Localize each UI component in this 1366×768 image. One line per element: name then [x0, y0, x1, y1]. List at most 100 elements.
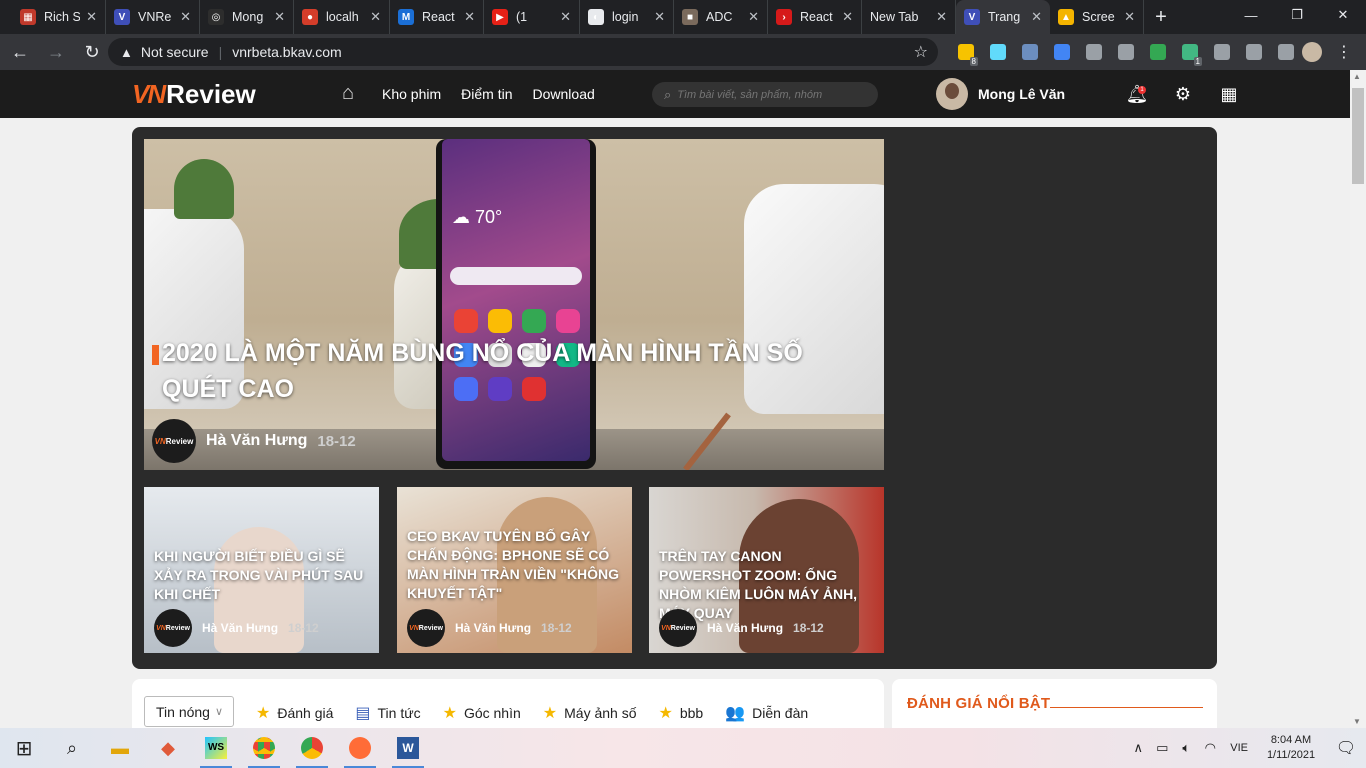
tools-ext-icon[interactable]: [1014, 40, 1046, 64]
speaker-icon[interactable]: 🔈︎: [1174, 740, 1198, 756]
category-select[interactable]: Tin nóng ∨: [144, 696, 234, 727]
author-name[interactable]: Hà Văn Hưng: [707, 621, 783, 635]
search-icon[interactable]: ⌕: [48, 728, 96, 768]
back-button[interactable]: ←: [4, 36, 36, 68]
main-article-image[interactable]: ☁ 70° 2020 LÀ MỘT NĂM BÙNG NỔ CỦA MÀN HÌ…: [144, 139, 884, 470]
site-search[interactable]: ⌕: [652, 82, 878, 107]
reading-list-ext-icon[interactable]: [1270, 40, 1302, 64]
tab-close-icon[interactable]: ✕: [180, 9, 191, 25]
record-ext-icon[interactable]: [1110, 40, 1142, 64]
nav-kho-phim[interactable]: Kho phim: [382, 86, 441, 102]
battery-icon[interactable]: ▭: [1150, 740, 1174, 756]
tab-close-icon[interactable]: ✕: [1124, 9, 1135, 25]
word-icon[interactable]: W: [384, 728, 432, 768]
avatar[interactable]: [936, 78, 968, 110]
nav-download[interactable]: Download: [533, 86, 595, 102]
scroll-up-icon[interactable]: ▲: [1353, 72, 1361, 81]
forward-button[interactable]: →: [40, 36, 72, 68]
card-title[interactable]: KHI NGƯỜI BIẾT ĐIỀU GÌ SẼ XẢY RA TRONG V…: [154, 547, 372, 604]
browser-tab[interactable]: ■ ADC ✕: [674, 0, 768, 34]
tab-close-icon[interactable]: ✕: [370, 9, 381, 25]
shield-ext-icon[interactable]: [1206, 40, 1238, 64]
chrome-icon[interactable]: [240, 728, 288, 768]
app-diamond-icon[interactable]: ◆: [144, 728, 192, 768]
category-tab[interactable]: 👥 Diễn đàn: [725, 703, 808, 723]
author-name[interactable]: Hà Văn Hưng: [455, 621, 531, 635]
tab-close-icon[interactable]: ✕: [936, 9, 947, 25]
bell-icon[interactable]: 🔔︎ 1: [1114, 82, 1160, 106]
chevron-up-icon[interactable]: ∧: [1126, 740, 1150, 756]
new-tab-button[interactable]: +: [1144, 0, 1178, 34]
author-name[interactable]: Hà Văn Hưng: [206, 432, 307, 450]
browser-tab[interactable]: V Trang ✕: [956, 0, 1050, 34]
vue-devtools-ext-icon[interactable]: 1: [1174, 40, 1206, 66]
puzzle-ext-icon[interactable]: [1238, 40, 1270, 64]
main-article-title[interactable]: 2020 LÀ MỘT NĂM BÙNG NỔ CỦA MÀN HÌNH TẦN…: [162, 335, 862, 407]
react-devtools-ext-icon[interactable]: [982, 40, 1014, 64]
sticky-notes-ext-icon[interactable]: 8: [950, 40, 982, 66]
address-bar[interactable]: ▲ Not secure | vnrbeta.bkav.com ☆: [108, 38, 938, 66]
article-card-2[interactable]: CEO BKAV TUYÊN BỐ GÂY CHẤN ĐỘNG: BPHONE …: [397, 487, 632, 653]
author-name[interactable]: Hà Văn Hưng: [202, 621, 278, 635]
chrome-profile-icon[interactable]: [288, 728, 336, 768]
reload-button[interactable]: ↻: [76, 36, 108, 68]
scrollbar-thumb[interactable]: [1352, 88, 1364, 184]
windows-start-icon[interactable]: ⊞: [0, 728, 48, 768]
card-title[interactable]: CEO BKAV TUYÊN BỐ GÂY CHẤN ĐỘNG: BPHONE …: [407, 527, 625, 603]
minimize-button[interactable]: —: [1228, 0, 1274, 30]
browser-tab[interactable]: V VNRe ✕: [106, 0, 200, 34]
author-logo[interactable]: VN Review: [407, 609, 445, 647]
browser-tab[interactable]: ◐ login ✕: [580, 0, 674, 34]
bookmark-star-icon[interactable]: ☆: [914, 42, 928, 62]
browser-tab[interactable]: ▲ Scree ✕: [1050, 0, 1144, 34]
browser-tab[interactable]: New Tab ✕: [862, 0, 956, 34]
webstorm-icon[interactable]: WS: [192, 728, 240, 768]
tab-close-icon[interactable]: ✕: [86, 9, 97, 25]
browser-tab[interactable]: ◎ Mong ✕: [200, 0, 294, 34]
file-explorer-icon[interactable]: ▬: [96, 728, 144, 768]
postman-icon[interactable]: [336, 728, 384, 768]
user-menu[interactable]: Mong Lê Văn: [936, 78, 1065, 110]
nav-diem-tin[interactable]: Điểm tin: [461, 86, 512, 102]
category-tab[interactable]: ▤ Tin tức: [355, 703, 420, 723]
close-window-button[interactable]: ✕: [1320, 0, 1366, 30]
site-logo[interactable]: VN Review: [132, 79, 256, 109]
notification-center-icon[interactable]: 🗨︎: [1326, 738, 1366, 758]
article-card-1[interactable]: KHI NGƯỜI BIẾT ĐIỀU GÌ SẼ XẢY RA TRONG V…: [144, 487, 379, 653]
wifi-icon[interactable]: ◠: [1198, 740, 1222, 756]
warning-icon[interactable]: ▲: [120, 45, 133, 60]
scroll-down-icon[interactable]: ▼: [1353, 717, 1361, 726]
security-label[interactable]: Not secure: [141, 44, 209, 60]
drive-ext-icon[interactable]: [1142, 40, 1174, 64]
phone-ext-icon[interactable]: [1078, 40, 1110, 64]
tab-close-icon[interactable]: ✕: [560, 9, 571, 25]
category-tab[interactable]: ★ bbb: [659, 703, 704, 723]
browser-tab[interactable]: ● localh ✕: [294, 0, 390, 34]
restore-button[interactable]: ❐: [1274, 0, 1320, 30]
language-indicator[interactable]: VIE: [1230, 742, 1248, 754]
browser-tab[interactable]: ▶ (1 ✕: [484, 0, 580, 34]
tab-close-icon[interactable]: ✕: [842, 9, 853, 25]
gear-icon[interactable]: ⚙: [1160, 82, 1206, 106]
url-text[interactable]: vnrbeta.bkav.com: [232, 44, 341, 60]
category-tab[interactable]: ★ Máy ảnh số: [543, 703, 637, 723]
tab-close-icon[interactable]: ✕: [654, 9, 665, 25]
author-logo[interactable]: VN Review: [659, 609, 697, 647]
author-logo[interactable]: VN Review: [154, 609, 192, 647]
user-name[interactable]: Mong Lê Văn: [978, 86, 1065, 102]
home-icon[interactable]: ⌂: [342, 82, 382, 105]
profile-avatar[interactable]: [1302, 42, 1322, 62]
browser-tab[interactable]: ▦ Rich S ✕: [12, 0, 106, 34]
tab-close-icon[interactable]: ✕: [274, 9, 285, 25]
page-scrollbar[interactable]: ▲ ▼: [1350, 70, 1366, 728]
category-tab[interactable]: ★ Đánh giá: [256, 703, 333, 723]
browser-tab[interactable]: › React ✕: [768, 0, 862, 34]
category-tab[interactable]: ★ Góc nhìn: [443, 703, 521, 723]
tab-close-icon[interactable]: ✕: [1031, 9, 1042, 25]
tab-close-icon[interactable]: ✕: [748, 9, 759, 25]
article-card-3[interactable]: TRÊN TAY CANON POWERSHOT ZOOM: ỐNG NHÒM …: [649, 487, 884, 653]
clock[interactable]: 8:04 AM 1/11/2021: [1256, 733, 1326, 763]
browser-tab[interactable]: M React ✕: [390, 0, 484, 34]
author-logo[interactable]: VN Review: [152, 419, 196, 463]
translate-ext-icon[interactable]: [1046, 40, 1078, 64]
